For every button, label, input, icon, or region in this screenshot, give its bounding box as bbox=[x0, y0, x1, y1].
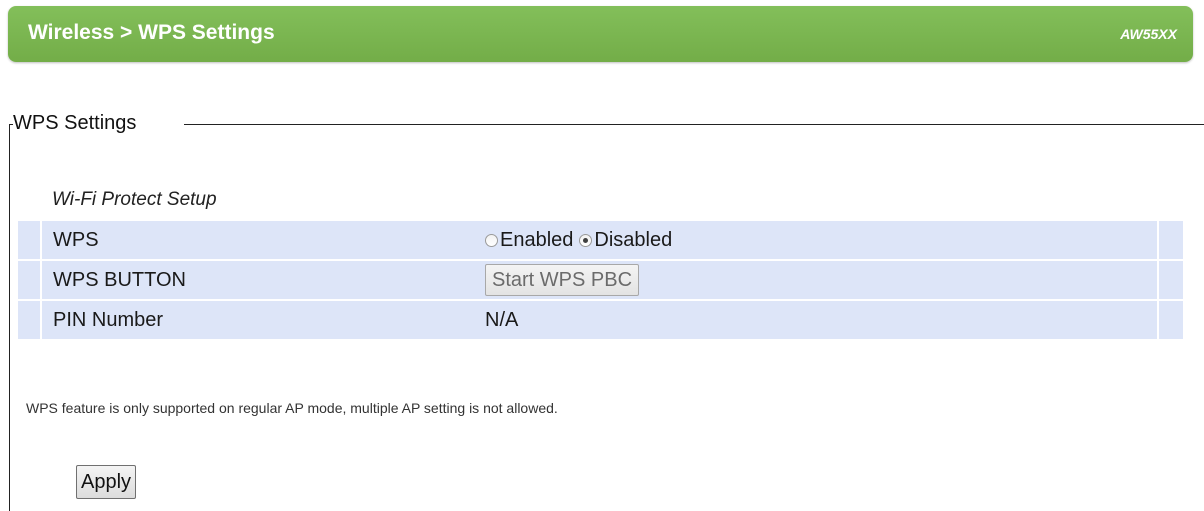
model-label: AW55XX bbox=[1120, 26, 1177, 42]
wps-enabled-radio[interactable] bbox=[485, 233, 498, 247]
settings-table: WPS Enabled Disabled WPS BUTTON Start WP… bbox=[18, 221, 1183, 341]
fieldset-border-left bbox=[9, 124, 10, 511]
wps-disabled-label[interactable]: Disabled bbox=[594, 221, 672, 259]
pin-number-label: PIN Number bbox=[53, 309, 164, 331]
row-end-cell bbox=[1159, 221, 1183, 259]
section-title: Wi-Fi Protect Setup bbox=[52, 189, 217, 210]
fieldset-legend: WPS Settings bbox=[13, 112, 141, 135]
row-spacer bbox=[18, 301, 42, 339]
table-row-wps: WPS Enabled Disabled bbox=[18, 221, 1183, 259]
breadcrumb: Wireless > WPS Settings bbox=[28, 21, 275, 44]
pin-number-value: N/A bbox=[485, 301, 1159, 339]
row-spacer bbox=[18, 261, 42, 299]
wps-button-cell: Start WPS PBC bbox=[485, 261, 1159, 299]
wps-label: WPS bbox=[53, 229, 99, 251]
wps-settings-page: Wireless > WPS Settings AW55XX WPS Setti… bbox=[0, 0, 1204, 511]
row-end-cell bbox=[1159, 301, 1183, 339]
wps-radio-group: Enabled Disabled bbox=[485, 221, 1159, 259]
apply-button[interactable]: Apply bbox=[76, 465, 137, 499]
wps-note: WPS feature is only supported on regular… bbox=[26, 400, 558, 416]
wps-disabled-radio[interactable] bbox=[579, 233, 593, 247]
row-end-cell bbox=[1159, 261, 1183, 299]
start-wps-pbc-button[interactable]: Start WPS PBC bbox=[485, 264, 640, 296]
table-row-pin: PIN Number N/A bbox=[18, 301, 1183, 339]
wps-button-label: WPS BUTTON bbox=[53, 269, 186, 291]
header-bar: Wireless > WPS Settings AW55XX bbox=[8, 6, 1193, 62]
table-row-wps-button: WPS BUTTON Start WPS PBC bbox=[18, 261, 1183, 299]
fieldset-border-top-right bbox=[184, 124, 1204, 125]
wps-enabled-label[interactable]: Enabled bbox=[500, 221, 573, 259]
row-spacer bbox=[18, 221, 42, 259]
